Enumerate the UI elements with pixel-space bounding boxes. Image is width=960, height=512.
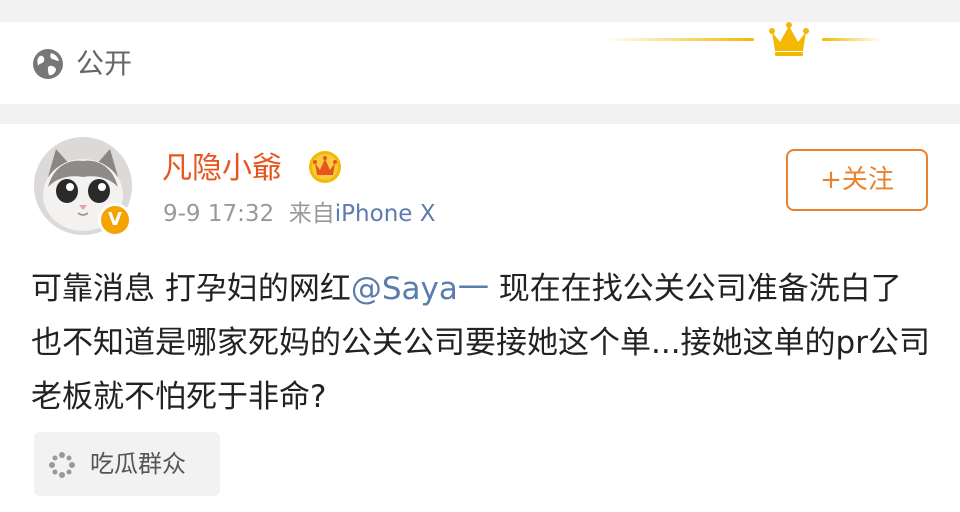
decorative-line-right <box>822 38 882 41</box>
visibility-label[interactable]: 公开 <box>76 45 132 83</box>
decorative-line-left <box>604 38 754 41</box>
section-divider <box>0 104 960 124</box>
topic-label: 吃瓜群众 <box>90 450 186 478</box>
globe-icon <box>33 49 63 79</box>
source-prefix: 来自 <box>288 201 335 227</box>
sparkle-icon <box>49 452 75 478</box>
mention-link[interactable]: @Saya一 <box>351 271 489 307</box>
member-crown-icon <box>309 151 341 183</box>
crown-icon <box>769 22 809 56</box>
post-text: 可靠消息 打孕妇的网红@Saya一 现在在找公关公司准备洗白了 也不知道是哪家死… <box>31 262 936 424</box>
post-text-start: 可靠消息 打孕妇的网红 <box>31 271 351 307</box>
top-strip <box>0 0 960 22</box>
source-link[interactable]: iPhone X <box>335 201 436 227</box>
visibility-row <box>0 22 960 104</box>
username[interactable]: 凡隐小爺 <box>162 149 282 189</box>
post-timestamp: 9-9 17:32 <box>163 201 275 227</box>
verified-badge: V <box>98 203 132 237</box>
follow-button[interactable]: +关注 <box>786 149 928 211</box>
post-meta: 9-9 17:32 来自iPhone X <box>163 198 436 230</box>
topic-tag[interactable]: 吃瓜群众 <box>34 432 220 496</box>
